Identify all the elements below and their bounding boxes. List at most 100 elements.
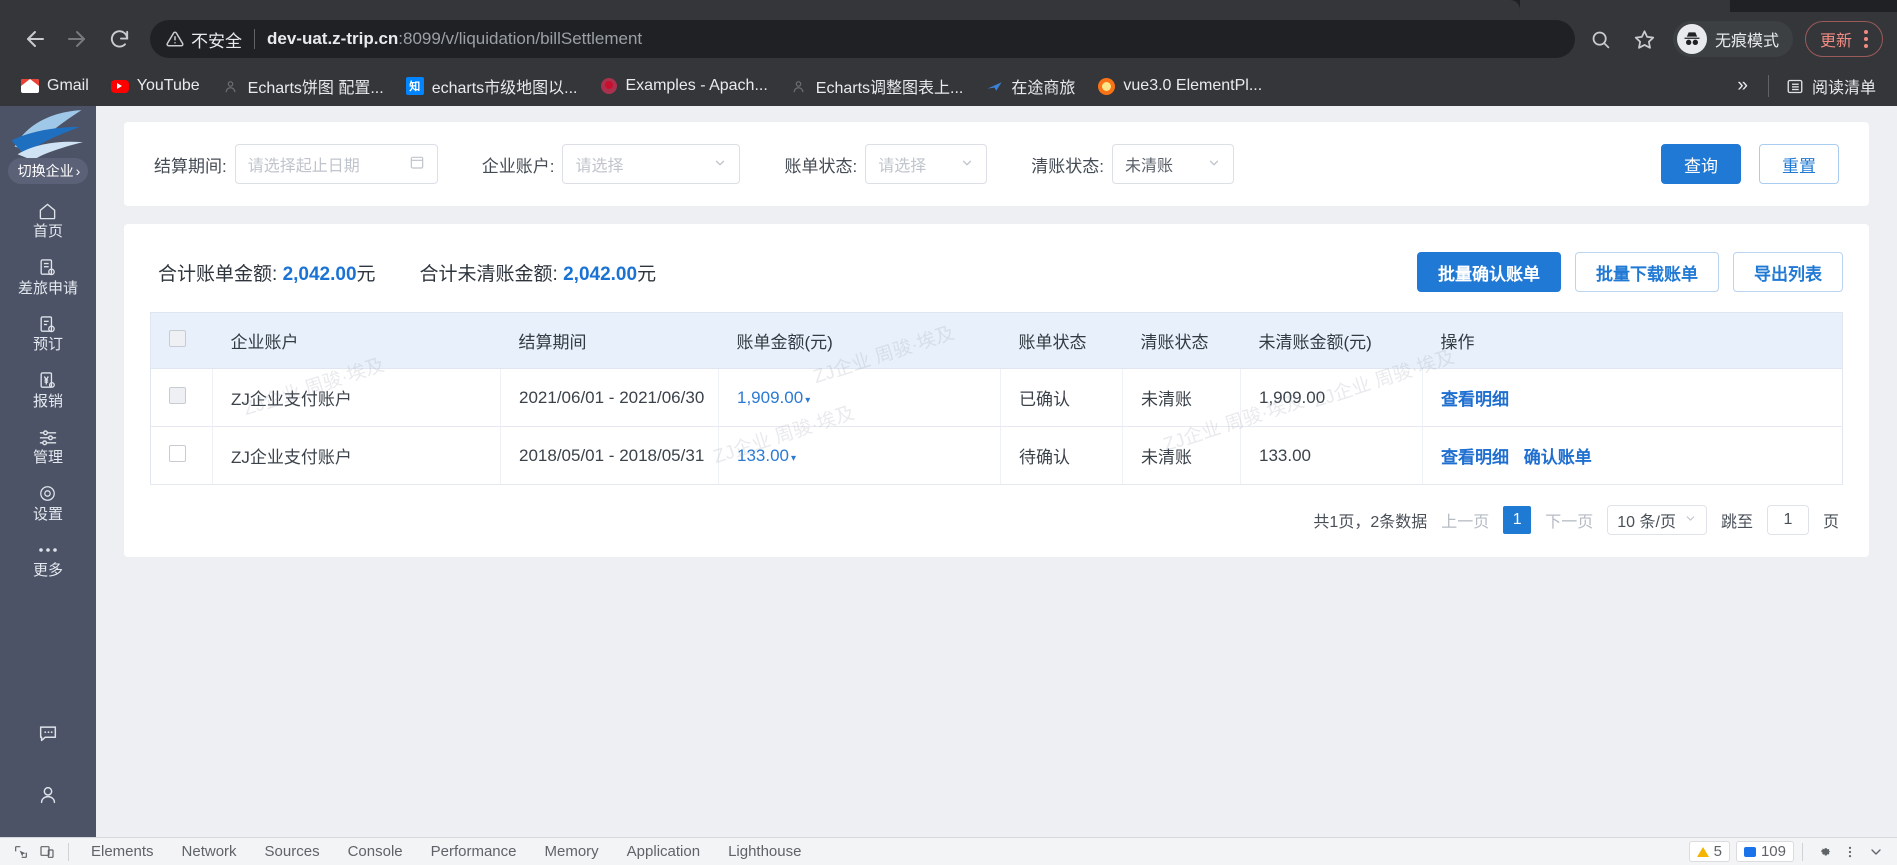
sidebar-item-label: 管理 xyxy=(32,449,63,466)
cell-clear-status: 未清账 xyxy=(1122,426,1241,485)
summary-row: 合计账单金额: 2,042.00元 合计未清账金额: 2,042.00元 批量确… xyxy=(150,242,1843,312)
period-date-range-input[interactable]: 请选择起止日期 xyxy=(234,144,438,184)
pagination-jump-input[interactable]: 1 xyxy=(1766,505,1809,535)
devtools-tab-elements[interactable]: Elements xyxy=(77,843,168,860)
chrome-menu-icon[interactable] xyxy=(1858,30,1874,48)
reset-button[interactable]: 重置 xyxy=(1759,144,1839,184)
select-all-header xyxy=(150,312,213,369)
main-content: 结算期间: 请选择起止日期 企业账户: 请选择 账单状态: 请选择 清账状态: … xyxy=(96,106,1897,837)
row-checkbox[interactable] xyxy=(169,386,186,404)
bill-status-select[interactable]: 请选择 xyxy=(865,144,988,184)
switch-company-button[interactable]: 切换企业 › xyxy=(7,158,89,184)
reading-list-label: 阅读清单 xyxy=(1811,80,1876,97)
bill-status-placeholder: 请选择 xyxy=(878,158,927,175)
device-toolbar-icon[interactable] xyxy=(34,842,60,862)
user-icon[interactable] xyxy=(37,784,59,811)
clear-status-select[interactable]: 未清账 xyxy=(1111,144,1234,184)
devtools-tab-performance[interactable]: Performance xyxy=(417,843,531,860)
search-icon[interactable] xyxy=(1581,19,1621,59)
sidebar-item-manage[interactable]: 管理 xyxy=(33,427,63,467)
bookmark-apache-examples[interactable]: Examples - Apach... xyxy=(589,73,779,99)
tab-strip xyxy=(0,0,1897,12)
back-button[interactable] xyxy=(14,18,56,60)
forward-button[interactable] xyxy=(56,18,98,60)
bill-amount-link[interactable]: 1,909.00 ▾ xyxy=(737,388,810,407)
bookmark-ztrip[interactable]: 在途商旅 xyxy=(974,70,1086,102)
incognito-indicator[interactable]: 无痕模式 xyxy=(1672,21,1793,57)
row-select-cell xyxy=(150,426,213,485)
devtools-tab-sources[interactable]: Sources xyxy=(251,843,334,860)
reading-list-button[interactable]: 阅读清单 xyxy=(1775,70,1887,102)
view-detail-link[interactable]: 查看明细 xyxy=(1441,448,1509,467)
bookmark-youtube[interactable]: YouTube xyxy=(100,73,211,99)
blank-page-icon xyxy=(222,77,240,95)
message-icon xyxy=(1743,846,1756,857)
inspect-element-icon[interactable] xyxy=(8,842,34,862)
devtools-tab-lighthouse[interactable]: Lighthouse xyxy=(714,843,815,860)
update-button[interactable]: 更新 xyxy=(1804,21,1883,57)
address-bar[interactable]: 不安全 dev-uat.z-trip.cn:8099/v/liquidation… xyxy=(150,20,1575,58)
filter-period-label: 结算期间: xyxy=(154,156,227,176)
page-size-select[interactable]: 10 条/页 xyxy=(1607,505,1707,535)
pagination-page-1[interactable]: 1 xyxy=(1503,506,1532,534)
filter-account: 企业账户: 请选择 xyxy=(482,144,741,184)
blank-page-icon xyxy=(790,77,808,95)
column-operations: 操作 xyxy=(1422,312,1843,369)
chat-icon[interactable] xyxy=(37,723,59,750)
search-button[interactable]: 查询 xyxy=(1661,144,1741,184)
cell-operations: 查看明细 xyxy=(1422,368,1843,427)
devtools-more-icon[interactable] xyxy=(1837,842,1863,862)
devtools-tab-memory[interactable]: Memory xyxy=(531,843,613,860)
bookmarks-overflow-icon[interactable]: » xyxy=(1723,75,1762,97)
select-all-checkbox[interactable] xyxy=(169,329,186,347)
sidebar-item-label: 更多 xyxy=(32,562,63,579)
column-account: 企业账户 xyxy=(212,312,501,369)
filter-panel: 结算期间: 请选择起止日期 企业账户: 请选择 账单状态: 请选择 清账状态: … xyxy=(124,122,1869,206)
caret-down-icon: ▾ xyxy=(791,452,797,464)
cell-period: 2021/06/01 - 2021/06/30 xyxy=(500,368,719,427)
chevron-right-icon: › xyxy=(75,163,81,179)
sidebar-item-booking[interactable]: 预订 xyxy=(33,314,63,354)
sidebar-item-settings[interactable]: 设置 xyxy=(33,484,63,524)
confirm-bill-link[interactable]: 确认账单 xyxy=(1524,448,1592,467)
message-count: 109 xyxy=(1760,843,1786,860)
bookmark-star-icon[interactable] xyxy=(1625,19,1665,59)
sidebar-item-label: 差旅申请 xyxy=(17,279,78,297)
settings-gear-icon[interactable] xyxy=(1811,842,1837,862)
active-tab[interactable] xyxy=(0,0,1520,12)
devtools-divider xyxy=(68,842,69,861)
ellipsis-icon xyxy=(37,540,59,560)
sidebar-item-home[interactable]: 首页 xyxy=(33,201,63,241)
column-period: 结算期间 xyxy=(500,312,719,369)
batch-download-button[interactable]: 批量下载账单 xyxy=(1575,252,1719,292)
devtools-close-icon[interactable] xyxy=(1863,842,1889,862)
bookmark-echarts-adjust[interactable]: Echarts调整图表上... xyxy=(779,70,975,102)
pagination-prev[interactable]: 上一页 xyxy=(1441,508,1489,532)
view-detail-link[interactable]: 查看明细 xyxy=(1441,390,1509,409)
devtools-tab-console[interactable]: Console xyxy=(334,843,417,860)
devtools-tab-network[interactable]: Network xyxy=(168,843,251,860)
sidebar-item-more[interactable]: 更多 xyxy=(33,540,63,580)
export-list-button[interactable]: 导出列表 xyxy=(1733,252,1843,292)
devtools-tab-application[interactable]: Application xyxy=(613,843,714,860)
total-bill-summary: 合计账单金额: 2,042.00元 xyxy=(158,259,376,286)
account-select[interactable]: 请选择 xyxy=(562,144,741,184)
reload-button[interactable] xyxy=(98,18,140,60)
chevron-down-icon xyxy=(1684,512,1697,528)
cell-bill-amount: 133.00 ▾ xyxy=(718,426,1001,485)
not-secure-label: 不安全 xyxy=(191,31,242,51)
total-bill-amount: 2,042.00 xyxy=(282,263,357,285)
sidebar-item-travel-request[interactable]: 差旅申请 xyxy=(18,258,78,298)
bookmark-gmail[interactable]: Gmail xyxy=(10,73,100,99)
bookmark-vue-elementplus[interactable]: vue3.0 ElementPl... xyxy=(1086,73,1273,99)
row-checkbox[interactable] xyxy=(169,444,186,462)
sidebar-item-reimburse[interactable]: 报销 xyxy=(33,371,63,411)
bill-amount-link[interactable]: 133.00 ▾ xyxy=(737,446,796,465)
bookmark-echarts-pie[interactable]: Echarts饼图 配置... xyxy=(211,70,395,102)
bookmark-zhihu-map[interactable]: 知 echarts市级地图以... xyxy=(395,70,589,102)
batch-confirm-button[interactable]: 批量确认账单 xyxy=(1417,252,1561,292)
pagination-next[interactable]: 下一页 xyxy=(1545,508,1593,532)
devtools-message-badge[interactable]: 109 xyxy=(1735,841,1794,862)
pagination: 共1页，2条数据 上一页 1 下一页 10 条/页 跳至 1 页 xyxy=(150,485,1843,535)
devtools-warning-badge[interactable]: 5 xyxy=(1688,841,1730,862)
